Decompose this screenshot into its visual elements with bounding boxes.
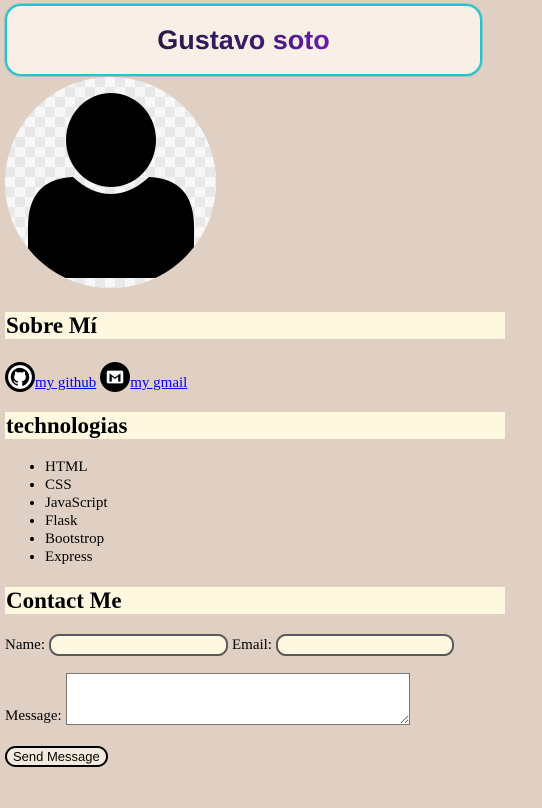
name-label: Name: [5, 636, 45, 653]
avatar [5, 77, 216, 288]
list-item: Express [45, 548, 107, 566]
list-item: Flask [45, 512, 107, 530]
technologies-list: HTML CSS JavaScript Flask Bootstrop Expr… [5, 458, 107, 566]
send-message-button[interactable]: Send Message [5, 746, 108, 767]
header-title-box: Gustavo soto [5, 4, 482, 76]
user-silhouette-icon [28, 93, 194, 278]
list-item: HTML [45, 458, 107, 476]
github-link-label: my github [35, 375, 97, 391]
page-title: Gustavo soto [157, 24, 330, 55]
contact-form-row: Name: Email: [5, 634, 454, 656]
gmail-link[interactable]: my gmail [100, 362, 187, 392]
social-links: my github my gmail [5, 360, 187, 392]
section-heading-technologies: technologias [5, 412, 505, 439]
github-icon [5, 362, 35, 392]
gmail-icon [100, 362, 131, 392]
section-heading-contact: Contact Me [5, 587, 505, 614]
email-field[interactable] [275, 634, 454, 656]
section-heading-about: Sobre Mí [5, 312, 505, 339]
github-link[interactable]: my github [5, 362, 96, 392]
message-row: Message: [5, 673, 410, 725]
message-label: Message: [5, 708, 62, 724]
list-item: CSS [45, 476, 107, 494]
email-label: Email: [231, 636, 272, 653]
gmail-link-label: my gmail [130, 375, 188, 391]
list-item: Bootstrop [45, 530, 107, 548]
message-textarea[interactable] [65, 673, 410, 725]
name-field[interactable] [48, 634, 228, 656]
list-item: JavaScript [45, 494, 107, 512]
